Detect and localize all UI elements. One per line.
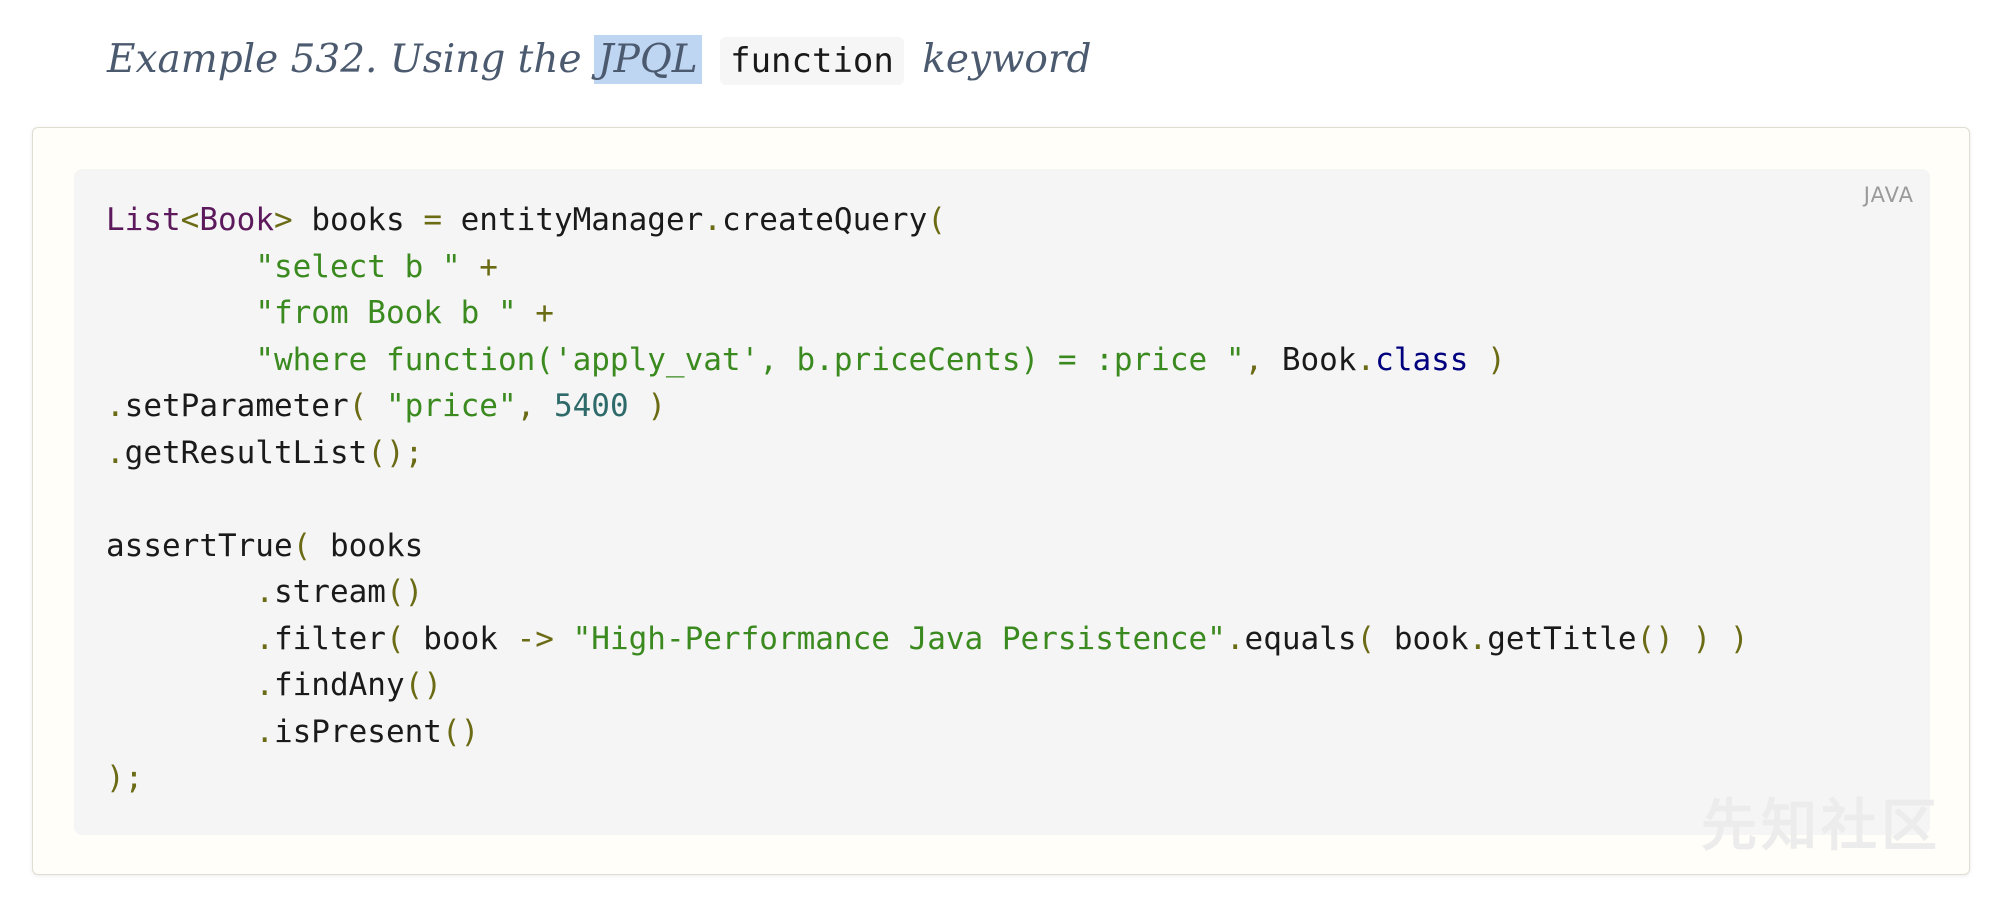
code-line: assertTrue( books [106, 527, 424, 564]
code-line: .setParameter( "price", 5400 ) [106, 388, 666, 424]
code-line: "where function('apply_vat', b.priceCent… [255, 341, 1506, 378]
code-line: "select b " + [255, 248, 498, 285]
code-line: "from Book b " + [255, 295, 554, 331]
code-line: .findAny() [255, 667, 442, 703]
code-line: ); [106, 760, 144, 796]
code-line: .getResultList(); [106, 434, 424, 471]
title-prefix: Example 532. Using the [107, 37, 594, 82]
language-label: JAVA [1863, 183, 1914, 207]
example-card: JAVA List<Book> books = entityManager.cr… [32, 127, 1970, 875]
code-line: .filter( book -> "High-Performance Java … [255, 620, 1749, 657]
example-title: Example 532. Using the JPQL function key… [107, 30, 1092, 91]
code-line: .stream() [255, 574, 424, 610]
code-line: .isPresent() [255, 713, 480, 750]
code-line: List<Book> books = entityManager.createQ… [106, 202, 946, 238]
code-listing[interactable]: List<Book> books = entityManager.createQ… [106, 197, 1749, 802]
title-code: function [720, 37, 904, 85]
title-suffix: keyword [922, 37, 1092, 82]
title-highlight: JPQL [593, 35, 702, 84]
watermark: 先知社区 [1701, 794, 1941, 859]
code-block[interactable]: JAVA List<Book> books = entityManager.cr… [74, 169, 1930, 835]
